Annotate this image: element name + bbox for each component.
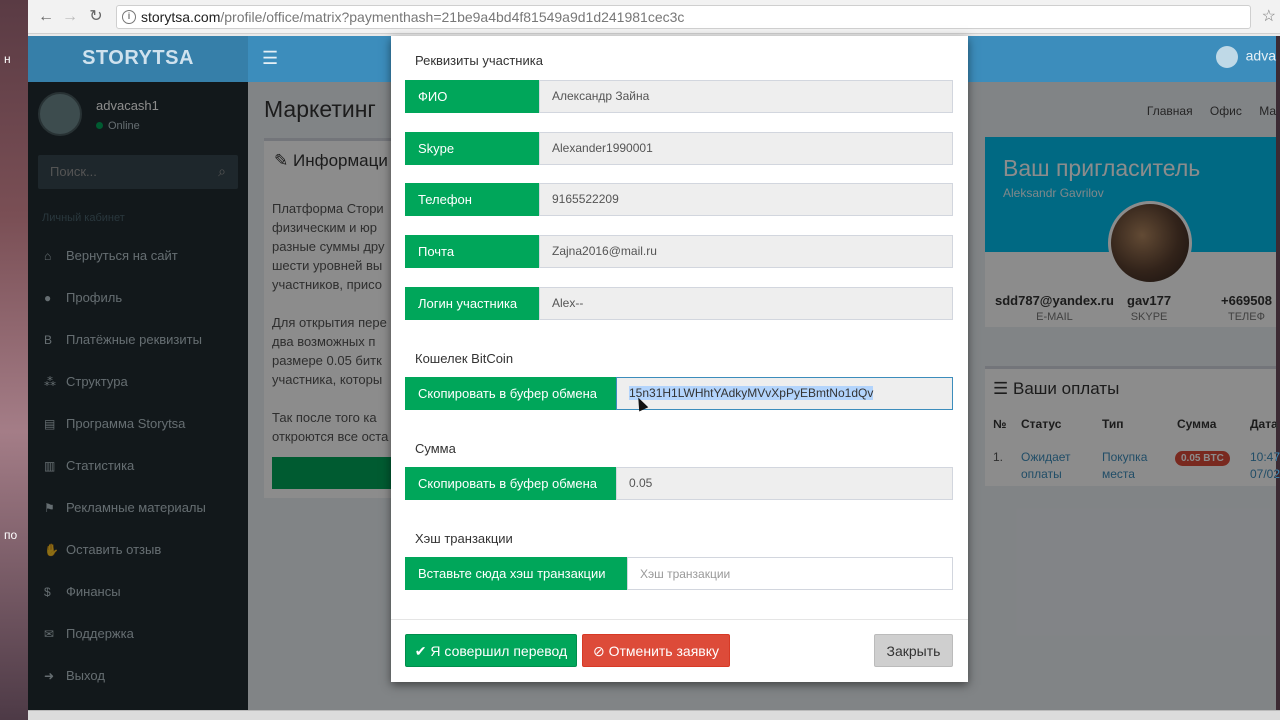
field-label: Телефон [405,183,539,216]
desktop-background: н по [0,0,28,720]
copy-amount-button[interactable]: Скопировать в буфер обмена [405,467,616,500]
field-label: ФИО [405,80,539,113]
section-amount: Сумма [415,441,456,456]
amount-row: Скопировать в буфер обмена 0.05 [405,467,953,500]
check-icon: ✔ [414,643,427,659]
field-skype: Skype Alexander1990001 [405,132,953,165]
field-label: Логин участника [405,287,539,320]
header-user-menu[interactable]: adva [1215,46,1276,68]
section-transaction-hash: Хэш транзакции [415,531,513,546]
desktop-fragment-2: по [4,528,18,542]
section-bitcoin-wallet: Кошелек BitCoin [415,351,514,366]
ban-icon: ⊘ [593,643,605,659]
browser-toolbar: ← → ↻ i storytsa.com/profile/office/matr… [28,0,1280,34]
desktop-edge [1276,36,1280,720]
wallet-row: Скопировать в буфер обмена 15n31H1LWHhtY… [405,377,953,410]
modal-footer-divider [391,619,968,620]
logo[interactable]: STORYTSA [28,36,248,82]
sidebar-modal-backdrop[interactable] [28,82,248,720]
amount-field[interactable]: 0.05 [616,467,953,500]
forward-arrow-icon[interactable]: → [60,7,80,27]
url-host: storytsa.com [141,9,221,25]
field-phone: Телефон 9165522209 [405,183,953,216]
reload-icon[interactable]: ↻ [86,7,106,27]
field-value[interactable]: Alexander1990001 [539,132,953,165]
section-member-details: Реквизиты участника [415,53,543,68]
paste-hash-button[interactable]: Вставьте сюда хэш транзакции [405,557,627,590]
confirm-transfer-button[interactable]: ✔ Я совершил перевод [405,634,577,667]
field-member-login: Логин участника Alex-- [405,287,953,320]
wallet-address-selection: 15n31H1LWHhtYAdkyMVvXpPyEBmtNo1dQv [629,386,874,400]
cancel-request-button[interactable]: ⊘ Отменить заявку [582,634,730,667]
url-path: /profile/office/matrix?paymenthash=21be9… [220,9,685,25]
field-value[interactable]: Zajna2016@mail.ru [539,235,953,268]
info-icon[interactable]: i [122,10,136,24]
field-email: Почта Zajna2016@mail.ru [405,235,953,268]
close-button[interactable]: Закрыть [874,634,953,667]
back-arrow-icon[interactable]: ← [36,7,56,27]
transaction-hash-input[interactable] [627,557,953,590]
header-user-name: adva [1245,47,1276,64]
desktop-fragment-1: н [4,52,11,66]
taskbar-strip [28,710,1280,720]
copy-wallet-button[interactable]: Скопировать в буфер обмена [405,377,616,410]
field-label: Почта [405,235,539,268]
address-bar[interactable]: i storytsa.com/profile/office/matrix?pay… [116,5,1251,29]
header-avatar [1215,46,1238,68]
field-value[interactable]: Александр Зайна [539,80,953,113]
field-value[interactable]: 9165522209 [539,183,953,216]
field-label: Skype [405,132,539,165]
wallet-address-field[interactable]: 15n31H1LWHhtYAdkyMVvXpPyEBmtNo1dQv [616,377,953,410]
menu-toggle-icon[interactable]: ☰ [262,48,278,69]
payment-modal: Реквизиты участника ФИО Александр Зайна … [391,36,968,682]
bookmark-star-icon[interactable]: ☆ [1262,6,1276,26]
field-value[interactable]: Alex-- [539,287,953,320]
hash-row: Вставьте сюда хэш транзакции [405,557,953,590]
field-full-name: ФИО Александр Зайна [405,80,953,113]
